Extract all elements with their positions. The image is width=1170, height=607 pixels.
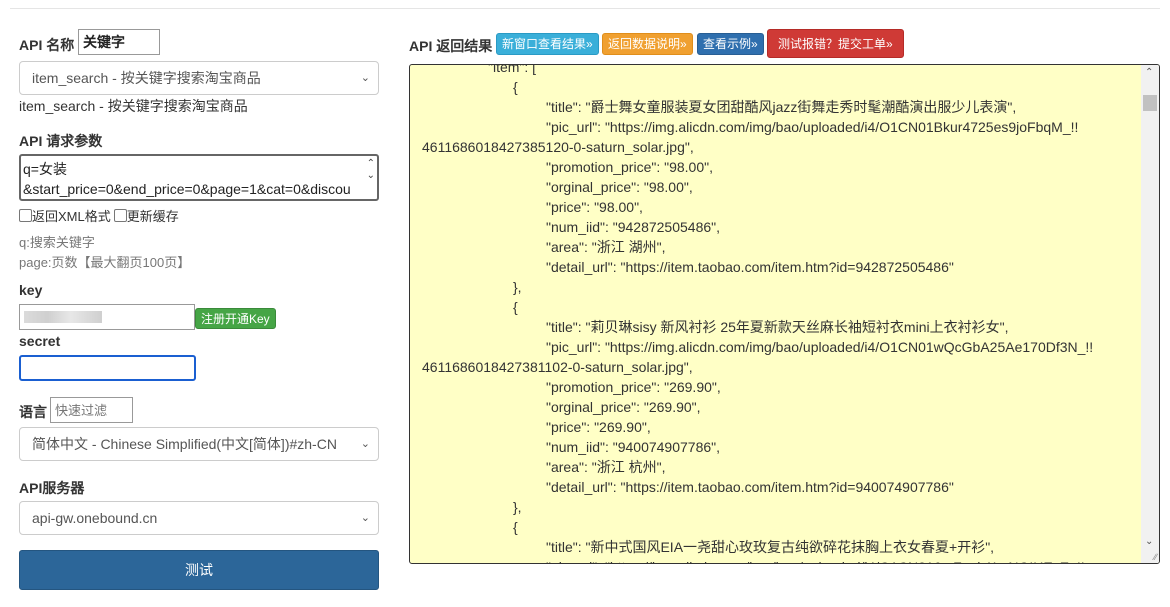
register-key-button[interactable]: 注册开通Key (195, 308, 276, 329)
cache-checkbox[interactable] (113, 209, 127, 222)
textarea-scroll-arrows-icon[interactable]: ⌃ ⌄ (367, 158, 375, 182)
json-line: "title": "爵士舞女童服装夏女团甜酷风jazz街舞走秀时髦潮酷演出服少儿… (546, 99, 1017, 115)
server-select-value: api-gw.onebound.cn (32, 510, 158, 526)
json-line: }, (513, 279, 522, 295)
api-name-label: API 名称 (19, 37, 75, 53)
scrollbar-thumb[interactable] (1143, 95, 1157, 111)
json-line: "pic_url": "https://img.alicdn.com/img/b… (546, 339, 1094, 355)
json-line: "title": "莉贝琳sisy 新风衬衫 25年夏新款天丝麻长袖短衬衣min… (546, 319, 1009, 335)
api-name-input[interactable] (78, 29, 160, 55)
json-line: "orginal_price": "269.90", (546, 399, 701, 415)
json-line: "num_iid": "940074907786", (546, 439, 721, 455)
api-description: item_search - 按关键字搜索淘宝商品 (19, 98, 248, 114)
test-button[interactable]: 测试 (19, 550, 379, 590)
server-select[interactable]: api-gw.onebound.cn ⌄ (19, 501, 379, 535)
chevron-down-icon: ⌄ (360, 438, 370, 450)
server-label: API服务器 (19, 480, 85, 496)
json-line: "promotion_price": "98.00", (546, 159, 713, 175)
key-input[interactable] (19, 304, 195, 330)
json-line: 4611686018427385120-0-saturn_solar.jpg", (422, 139, 694, 155)
hint-q: q:搜索关键字 (19, 235, 95, 250)
return-doc-button[interactable]: 返回数据说明» (602, 33, 693, 55)
hint-page: page:页数【最大翻页100页】 (19, 255, 191, 270)
result-content: "item": [ { "title": "爵士舞女童服装夏女团甜酷风jazz街舞走… (410, 64, 1139, 563)
scroll-down-icon[interactable]: ⌄ (1145, 536, 1153, 547)
json-line: "area": "浙江 湖州", (546, 239, 666, 255)
json-line: "item": [ (488, 64, 537, 75)
new-window-button[interactable]: 新窗口查看结果» (496, 33, 599, 55)
xml-checkbox[interactable] (19, 209, 32, 222)
secret-input[interactable] (19, 355, 196, 381)
view-example-button[interactable]: 查看示例» (697, 33, 764, 55)
json-line: "orginal_price": "98.00", (546, 179, 693, 195)
resize-grip-icon[interactable]: ∕∕ (1154, 552, 1157, 562)
result-box[interactable]: "item": [ { "title": "爵士舞女童服装夏女团甜酷风jazz街舞走… (409, 64, 1160, 564)
language-label: 语言 (19, 404, 47, 420)
options-row: 返回XML格式 更新缓存 (19, 206, 179, 225)
json-line: "detail_url": "https://item.taobao.com/i… (546, 479, 954, 495)
json-line: { (513, 79, 518, 95)
json-line: "pic_url": "https://img.alicdn.com/img/b… (410, 557, 1139, 563)
json-line: { (513, 519, 518, 535)
params-line: &start_price=0&end_price=0&page=1&cat=0&… (23, 181, 351, 197)
divider (10, 8, 1160, 9)
json-line: 4611686018427381102-0-saturn_solar.jpg", (422, 359, 693, 375)
xml-label: 返回XML格式 (32, 209, 111, 224)
json-line: "num_iid": "942872505486", (546, 219, 721, 235)
api-select-value: item_search - 按关键字搜索淘宝商品 (32, 70, 261, 86)
chevron-down-icon: ⌄ (360, 72, 370, 84)
result-title: API 返回结果 (409, 38, 493, 54)
blurred-key (24, 311, 102, 323)
params-line: q=女装 (23, 161, 67, 177)
report-error-button[interactable]: 测试报错？提交工单» (767, 29, 904, 58)
language-select[interactable]: 简体中文 - Chinese Simplified(中文[简体])#zh-CN ⌄ (19, 427, 379, 461)
json-line: }, (513, 499, 522, 515)
key-label: key (19, 282, 43, 298)
json-line: "area": "浙江 杭州", (546, 459, 666, 475)
json-line: { (513, 299, 518, 315)
json-line: "price": "269.90", (546, 419, 651, 435)
scrollbar[interactable]: ⌃ ⌄ ∕∕ (1141, 65, 1159, 563)
scroll-up-icon[interactable]: ⌃ (1145, 67, 1153, 78)
api-select[interactable]: item_search - 按关键字搜索淘宝商品 ⌄ (19, 61, 379, 95)
params-label: API 请求参数 (19, 133, 103, 149)
secret-label: secret (19, 333, 61, 349)
json-line: "title": "新中式国风EIA一尧甜心玫玫复古纯欲碎花抹胸上衣女春夏+开衫… (546, 539, 995, 555)
params-textarea[interactable]: q=女装 &start_price=0&end_price=0&page=1&c… (19, 154, 379, 201)
cache-label: 更新缓存 (126, 209, 179, 224)
language-filter-input[interactable] (50, 397, 133, 423)
json-line: "pic_url": "https://img.alicdn.com/img/b… (546, 119, 1079, 135)
language-select-value: 简体中文 - Chinese Simplified(中文[简体])#zh-CN (32, 436, 337, 452)
json-line: "detail_url": "https://item.taobao.com/i… (546, 259, 954, 275)
chevron-down-icon: ⌄ (360, 512, 370, 524)
json-line: "promotion_price": "269.90", (546, 379, 721, 395)
json-line: "price": "98.00", (546, 199, 643, 215)
